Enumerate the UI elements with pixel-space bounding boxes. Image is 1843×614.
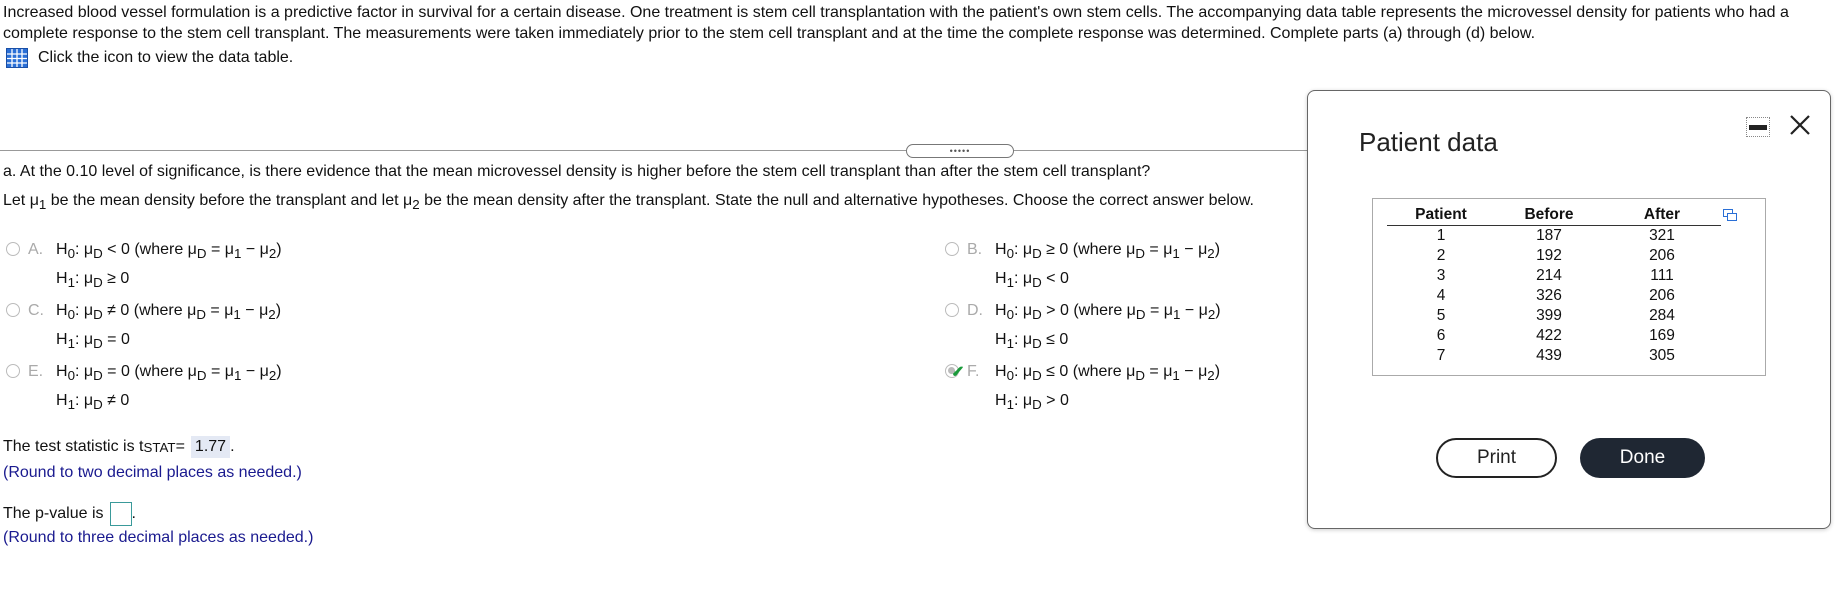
table-cell: 192: [1536, 247, 1562, 264]
option-letter: D.: [967, 302, 983, 319]
p-value-line: The p-value is .: [3, 502, 136, 526]
table-row: 1 187 321: [1387, 226, 1721, 247]
table-row: 4 326 206: [1387, 286, 1721, 306]
hypothesis-text: H0: μD = 0 (where μD = μ1 − μ2) H1: μD ≠ …: [56, 363, 282, 413]
answer-option[interactable]: C. H0: μD ≠ 0 (where μD = μ1 − μ2) H1: μD …: [6, 298, 281, 356]
option-letter: A.: [28, 241, 44, 258]
problem-statement: Increased blood vessel formulation is a …: [3, 4, 1789, 42]
p-value-hint: (Round to three decimal places as needed…: [3, 529, 314, 546]
answer-option[interactable]: A. H0: μD < 0 (where μD = μ1 − μ2) H1: μD …: [6, 237, 282, 295]
table-cell: 187: [1536, 227, 1562, 244]
table-row: 6 422 169: [1387, 326, 1721, 346]
test-statistic-line: The test statistic is t STAT = 1.77.: [3, 436, 235, 458]
hypothesis-text: H0: μD ≠ 0 (where μD = μ1 − μ2) H1: μD = …: [56, 302, 282, 352]
patient-data-table: Patient Before After 1 187 321 2 192 206 3 214 1…: [1387, 205, 1721, 366]
option-letter: E.: [28, 363, 44, 380]
test-statistic-answer[interactable]: 1.77: [190, 436, 231, 458]
radio-button[interactable]: [6, 303, 20, 317]
table-cell: 4: [1436, 287, 1446, 304]
test-statistic-hint: (Round to two decimal places as needed.): [3, 464, 302, 481]
column-header-before: Before: [1495, 205, 1603, 226]
table-cell: 326: [1536, 287, 1562, 304]
table-cell: 169: [1649, 327, 1675, 344]
hypothesis-text: H0: μD ≥ 0 (where μD = μ1 − μ2) H1: μD < …: [995, 241, 1221, 291]
question-let: Let μ1 be the mean density before the tr…: [3, 192, 1254, 213]
table-cell: 214: [1536, 267, 1562, 284]
table-cell: 206: [1649, 247, 1675, 264]
table-cell: 3: [1436, 267, 1446, 284]
question-a: a. At the 0.10 level of significance, is…: [3, 163, 1151, 180]
table-cell: 5: [1436, 307, 1446, 324]
option-letter: B.: [967, 241, 983, 258]
copy-table-icon[interactable]: [1723, 209, 1737, 221]
resize-grip[interactable]: •••••: [906, 144, 1014, 158]
table-cell: 399: [1536, 307, 1562, 324]
table-cell: 321: [1649, 227, 1675, 244]
table-cell: 305: [1649, 347, 1675, 364]
table-cell: 439: [1536, 347, 1562, 364]
hypothesis-text: H0: μD > 0 (where μD = μ1 − μ2) H1: μD ≤ …: [995, 302, 1221, 352]
table-row: 2 192 206: [1387, 246, 1721, 266]
hypothesis-text: H0: μD ≤ 0 (where μD = μ1 − μ2) H1: μD > …: [995, 363, 1221, 413]
option-letter: C.: [28, 302, 44, 319]
column-header-after: After: [1603, 205, 1721, 226]
table-row: 7 439 305: [1387, 346, 1721, 366]
section-divider: [0, 150, 1310, 151]
radio-button[interactable]: [6, 364, 20, 378]
hypothesis-text: H0: μD < 0 (where μD = μ1 − μ2) H1: μD ≥ …: [56, 241, 282, 291]
table-icon[interactable]: [6, 48, 28, 68]
data-table-link[interactable]: Click the icon to view the data table.: [6, 48, 293, 68]
table-row: 3 214 111: [1387, 266, 1721, 286]
radio-button[interactable]: [6, 242, 20, 256]
table-cell: 284: [1649, 307, 1675, 324]
option-letter: F.: [967, 363, 980, 380]
checkmark-icon: ✔: [951, 364, 965, 381]
table-row: 5 399 284: [1387, 306, 1721, 326]
table-cell: 111: [1650, 267, 1674, 284]
dialog-title: Patient data: [1359, 127, 1498, 157]
radio-button[interactable]: [945, 303, 959, 317]
close-icon[interactable]: [1788, 113, 1812, 137]
table-cell: 2: [1436, 247, 1446, 264]
table-cell: 206: [1649, 287, 1675, 304]
answer-option[interactable]: ✔ F. H0: μD ≤ 0 (where μD = μ1 − μ2) H1: μD…: [945, 359, 1220, 417]
radio-button[interactable]: [945, 242, 959, 256]
done-button[interactable]: Done: [1580, 438, 1705, 478]
print-button[interactable]: Print: [1436, 438, 1557, 478]
column-header-patient: Patient: [1387, 205, 1495, 226]
table-cell: 1: [1436, 227, 1446, 244]
p-value-input[interactable]: [109, 502, 132, 526]
table-cell: 6: [1436, 327, 1446, 344]
radio-button[interactable]: ✔: [945, 364, 964, 381]
patient-data-table-container: Patient Before After 1 187 321 2 192 206 3 214 1…: [1372, 198, 1766, 376]
table-cell: 7: [1436, 347, 1446, 364]
answer-option[interactable]: E. H0: μD = 0 (where μD = μ1 − μ2) H1: μD …: [6, 359, 282, 417]
table-cell: 422: [1536, 327, 1562, 344]
answer-option[interactable]: B. H0: μD ≥ 0 (where μD = μ1 − μ2) H1: μD …: [945, 237, 1220, 295]
answer-option[interactable]: D. H0: μD > 0 (where μD = μ1 − μ2) H1: μD …: [945, 298, 1221, 356]
patient-data-dialog: Patient data Patient Before After 1 187 32…: [1307, 90, 1831, 529]
data-table-link-label[interactable]: Click the icon to view the data table.: [38, 49, 293, 67]
minimize-icon[interactable]: [1746, 117, 1770, 137]
